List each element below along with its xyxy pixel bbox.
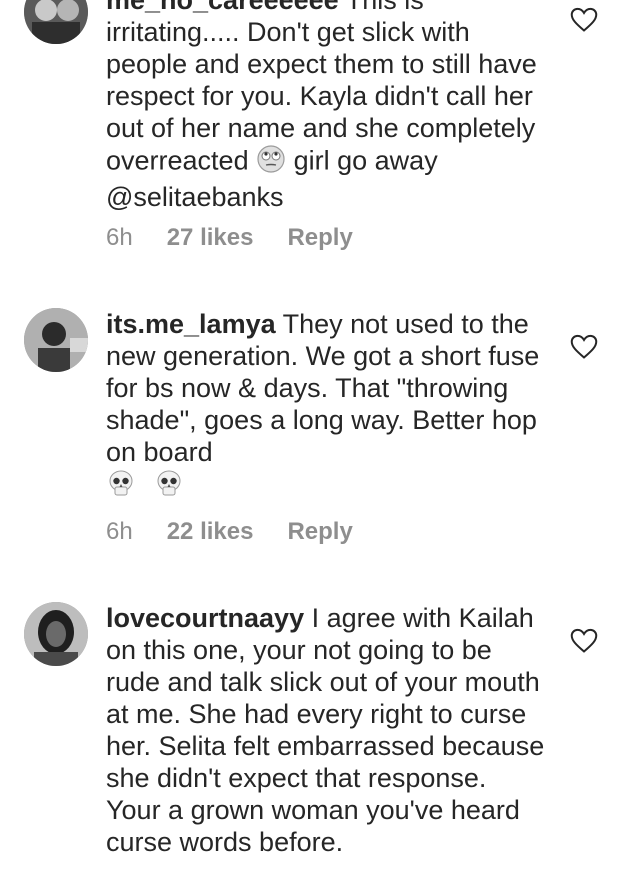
- comment-username[interactable]: its.me_lamya: [106, 309, 276, 339]
- comment-body: its.me_lamya They not used to the new ge…: [106, 308, 546, 508]
- heart-icon[interactable]: [570, 7, 598, 33]
- comment-time: 6h: [106, 224, 133, 251]
- avatar[interactable]: [24, 0, 88, 44]
- comment-username[interactable]: lovecourtnaayy: [106, 603, 304, 633]
- avatar[interactable]: [24, 308, 88, 372]
- comment-time: 6h: [106, 518, 133, 545]
- reply-button[interactable]: Reply: [287, 518, 352, 546]
- avatar-image: [24, 602, 88, 666]
- comment-meta: 6h 22 likes Reply: [106, 518, 353, 546]
- comment-meta: 6h 27 likes Reply: [106, 224, 353, 252]
- comment-body: me_no_careeeeee This is irritating..... …: [106, 0, 546, 214]
- comment-likes[interactable]: 22 likes: [167, 518, 254, 546]
- reply-button[interactable]: Reply: [287, 224, 352, 252]
- heart-icon[interactable]: [570, 334, 598, 360]
- avatar[interactable]: [24, 602, 88, 666]
- comment-likes[interactable]: 27 likes: [167, 224, 254, 252]
- skull-emoji: [154, 468, 184, 505]
- comment-text: I agree with Kailah on this one, your no…: [106, 603, 545, 857]
- avatar-image: [24, 0, 88, 44]
- skull-emoji: [106, 468, 136, 505]
- comment-username[interactable]: me_no_careeeeee: [106, 0, 339, 15]
- comment-body: lovecourtnaayy I agree with Kailah on th…: [106, 602, 546, 881]
- rolling-eyes-emoji: [256, 144, 286, 181]
- heart-icon[interactable]: [570, 628, 598, 654]
- avatar-image: [24, 308, 88, 372]
